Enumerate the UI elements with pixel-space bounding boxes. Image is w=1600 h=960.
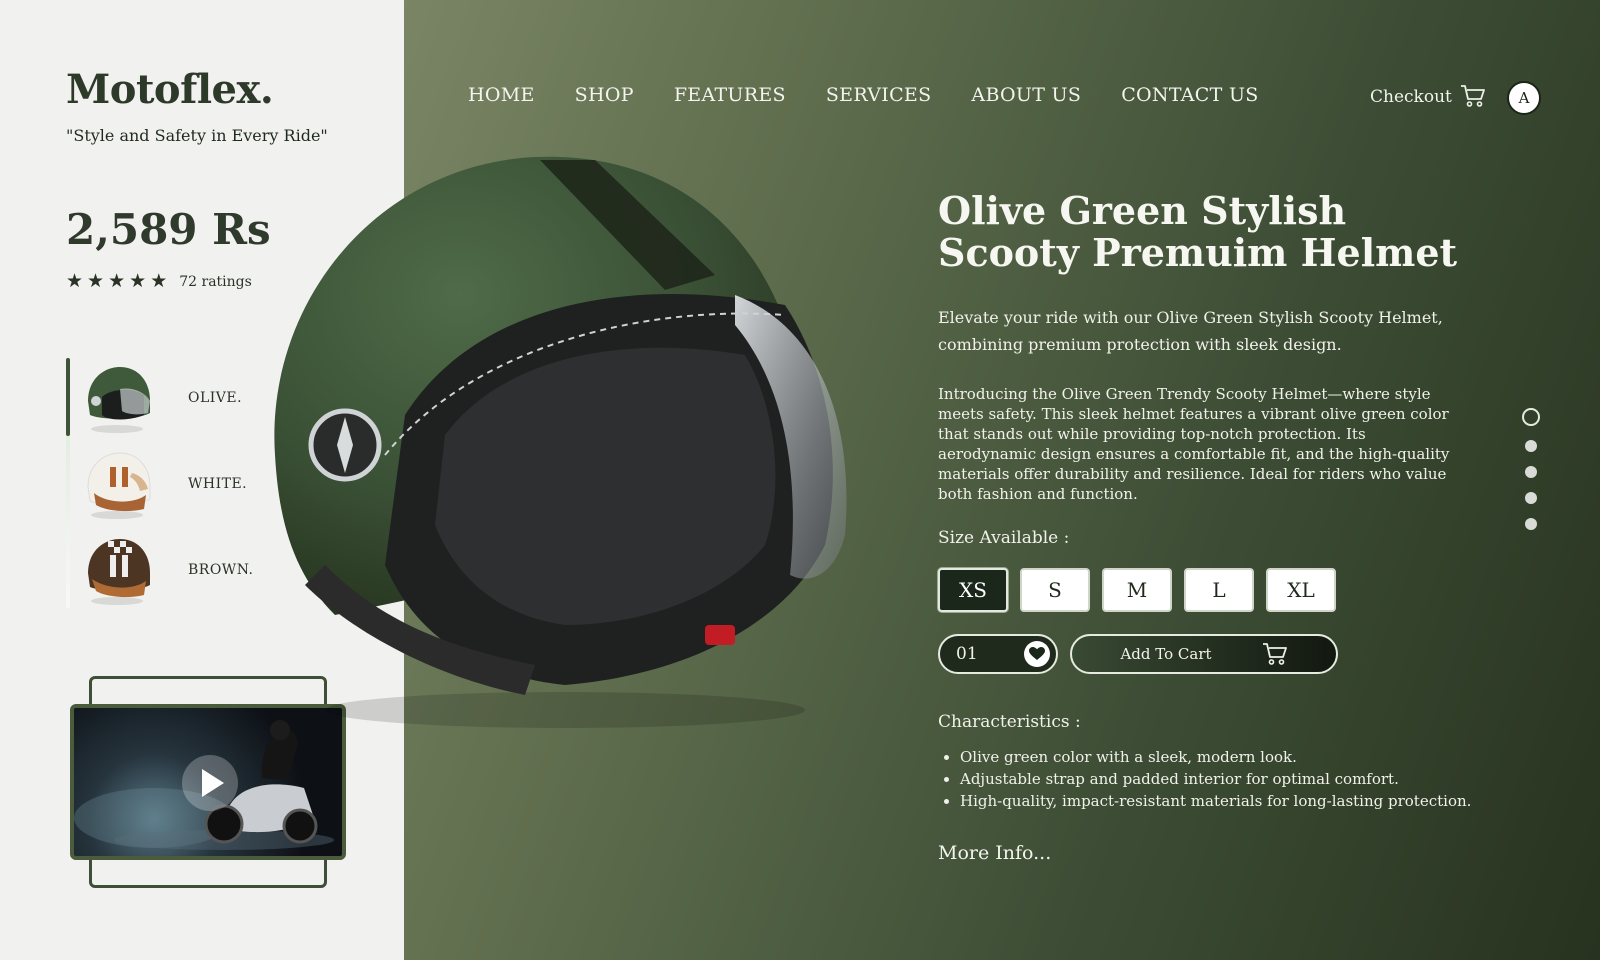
brand-tagline: "Style and Safety in Every Ride" — [66, 126, 328, 145]
variant-label: BROWN. — [188, 562, 254, 578]
slide-pager — [1522, 408, 1540, 530]
nav-shop[interactable]: SHOP — [575, 84, 634, 106]
rating: ★ ★ ★ ★ ★ 72 ratings — [66, 272, 252, 291]
nav-features[interactable]: FEATURES — [674, 84, 786, 106]
helmet-thumbnail — [80, 533, 154, 607]
variant-brown[interactable]: BROWN. — [80, 530, 270, 610]
wishlist-button[interactable] — [1024, 641, 1050, 667]
nav-contact-us[interactable]: CONTACT US — [1121, 84, 1258, 106]
pager-dot[interactable] — [1525, 440, 1537, 452]
size-xs-button[interactable]: XS — [938, 568, 1008, 612]
size-l-button[interactable]: L — [1184, 568, 1254, 612]
helmet-thumbnail — [80, 447, 154, 521]
list-item: Adjustable strap and padded interior for… — [960, 768, 1471, 790]
variant-label: OLIVE. — [188, 390, 243, 406]
star-icon: ★ — [129, 270, 147, 292]
list-item: High-quality, impact-resistant materials… — [960, 790, 1471, 812]
more-info-link[interactable]: More Info... — [938, 842, 1051, 864]
heart-icon — [1029, 647, 1045, 660]
product-title: Olive Green Stylish Scooty Premuim Helme… — [938, 188, 1458, 275]
user-avatar[interactable]: A — [1507, 81, 1541, 115]
variant-olive[interactable]: OLIVE. — [80, 358, 270, 438]
size-m-button[interactable]: M — [1102, 568, 1172, 612]
cart-icon — [1262, 643, 1287, 665]
star-icon: ★ — [66, 270, 84, 292]
pager-dot[interactable] — [1525, 518, 1537, 530]
product-lead: Elevate your ride with our Olive Green S… — [938, 308, 1443, 354]
nav-services[interactable]: SERVICES — [826, 84, 932, 106]
size-selector: XS S M L XL — [938, 568, 1336, 612]
add-to-cart-button[interactable]: Add To Cart — [1070, 634, 1338, 674]
characteristics-list: Olive green color with a sleek, modern l… — [960, 746, 1471, 812]
product-description: Introducing the Olive Green Trendy Scoot… — [938, 385, 1450, 503]
variant-white[interactable]: WHITE. — [80, 444, 270, 524]
variant-label: WHITE. — [188, 476, 248, 492]
cart-icon[interactable] — [1460, 84, 1486, 108]
list-item: Olive green color with a sleek, modern l… — [960, 746, 1471, 768]
size-xl-button[interactable]: XL — [1266, 568, 1336, 612]
play-button[interactable] — [182, 755, 238, 811]
star-icon: ★ — [87, 270, 105, 292]
main-nav: HOME SHOP FEATURES SERVICES ABOUT US CON… — [468, 84, 1259, 106]
size-label: Size Available : — [938, 528, 1070, 548]
star-icon: ★ — [150, 270, 168, 292]
play-icon — [202, 769, 224, 797]
rating-count: 72 ratings — [179, 273, 252, 290]
nav-about-us[interactable]: ABOUT US — [971, 84, 1081, 106]
variant-rail-indicator — [66, 358, 70, 436]
brand-logo[interactable]: Motoflex. — [66, 66, 274, 113]
pager-dot[interactable] — [1525, 492, 1537, 504]
quantity-selector[interactable]: 01 — [938, 634, 1058, 674]
size-s-button[interactable]: S — [1020, 568, 1090, 612]
checkout-link[interactable]: Checkout — [1370, 87, 1452, 107]
nav-home[interactable]: HOME — [468, 84, 535, 106]
product-price: 2,589 Rs — [66, 205, 271, 254]
characteristics-label: Characteristics : — [938, 712, 1081, 732]
pager-dot[interactable] — [1525, 466, 1537, 478]
helmet-image — [274, 156, 847, 728]
quantity-value: 01 — [956, 644, 978, 664]
pager-dot-active[interactable] — [1522, 408, 1540, 426]
helmet-thumbnail — [80, 361, 154, 435]
add-to-cart-label: Add To Cart — [1120, 645, 1212, 663]
star-icon: ★ — [108, 270, 126, 292]
